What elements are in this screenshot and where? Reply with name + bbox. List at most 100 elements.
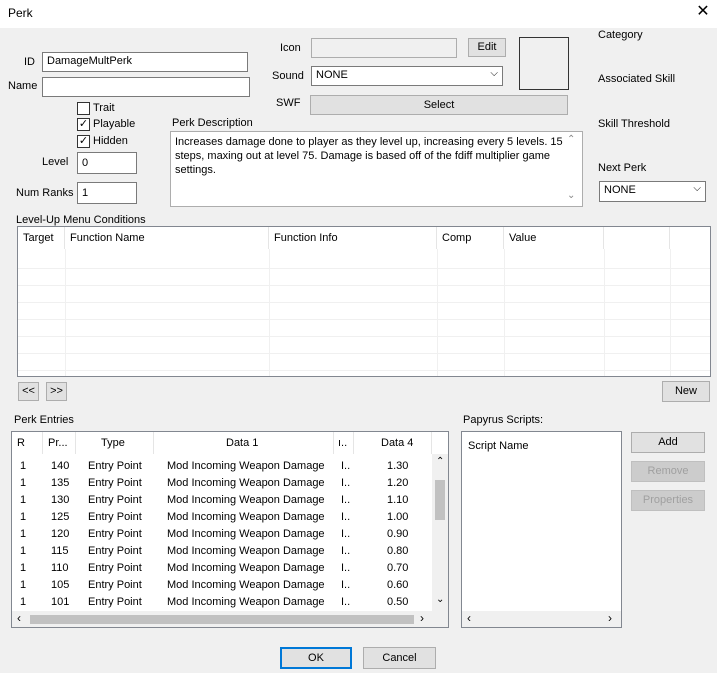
col-data4[interactable]: Data 4 [354,432,432,454]
cell-data2: I.. [341,562,351,574]
cell-priority: 101 [51,596,70,608]
col-function-name[interactable]: Function Name [65,227,269,249]
grid-line [18,336,710,337]
playable-label: Playable [93,118,136,130]
col-function-info[interactable]: Function Info [269,227,437,249]
new-condition-button[interactable]: New [662,381,710,402]
next-perk-select[interactable]: NONE ⌵ [599,181,706,202]
sound-select[interactable]: NONE ⌵ [311,66,503,86]
num-ranks-field[interactable]: 1 [77,182,137,204]
id-field[interactable]: DamageMultPerk [42,52,248,72]
select-swf-button[interactable]: Select [310,95,568,115]
scrollbar-thumb[interactable] [435,480,445,520]
perk-description-label: Perk Description [172,117,253,129]
scroll-up-icon[interactable]: ⌃ [436,456,444,467]
prev-condition-button[interactable]: << [18,382,39,401]
cell-r: 1 [20,528,27,540]
scroll-left-icon[interactable]: ‹ [467,611,471,625]
col-comp[interactable]: Comp [437,227,504,249]
grid-line [18,319,710,320]
cell-data1: Mod Incoming Weapon Damage [167,545,325,557]
cell-data4: 1.10 [387,494,409,506]
cell-priority: 140 [51,460,70,472]
entries-horizontal-scrollbar[interactable]: ‹ › [12,611,448,627]
level-label: Level [42,156,69,168]
cell-type: Entry Point [88,494,142,506]
scroll-left-icon[interactable]: ‹ [17,611,21,625]
cell-r: 1 [20,477,27,489]
cell-type: Entry Point [88,562,142,574]
col-line [437,249,438,376]
scroll-right-icon[interactable]: › [608,611,612,625]
level-field[interactable]: 0 [77,152,137,174]
papyrus-scripts-label: Papyrus Scripts: [463,414,544,426]
col-priority[interactable]: Pr... [43,432,76,454]
scroll-up-icon[interactable]: ⌃ [567,134,575,145]
cell-data4: 0.80 [387,545,409,557]
col-value[interactable]: Value [504,227,604,249]
perk-entries-table[interactable]: R Pr... Type Data 1 ı.. Data 4 1 140 Ent… [11,431,449,628]
cancel-button[interactable]: Cancel [363,647,436,669]
script-name-header[interactable]: Script Name [468,440,529,452]
icon-preview [519,37,569,90]
scroll-down-icon[interactable]: ⌄ [567,190,575,201]
cell-data2: I.. [341,528,351,540]
chevron-down-icon: ⌵ [490,68,498,79]
cell-r: 1 [20,460,27,472]
playable-checkbox[interactable]: ✓ [77,118,90,131]
col-data1[interactable]: Data 1 [154,432,334,454]
cell-type: Entry Point [88,528,142,540]
col-type[interactable]: Type [76,432,154,454]
close-icon[interactable]: ✕ [693,2,713,22]
icon-field[interactable] [311,38,457,58]
papyrus-scripts-list[interactable]: Script Name ‹ › [461,431,622,628]
cell-type: Entry Point [88,545,142,557]
add-script-button[interactable]: Add [631,432,705,453]
entries-vertical-scrollbar[interactable]: ⌃ ⌄ [432,454,448,611]
cell-data4: 0.90 [387,528,409,540]
cell-data2: I.. [341,460,351,472]
cell-r: 1 [20,579,27,591]
perk-description-field[interactable]: Increases damage done to player as they … [170,131,583,207]
trait-checkbox[interactable] [77,102,90,115]
grid-line [18,302,710,303]
scripts-horizontal-scrollbar[interactable]: ‹ › [462,611,621,627]
properties-button[interactable]: Properties [631,490,705,511]
conditions-table[interactable]: Target Function Name Function Info Comp … [17,226,711,377]
col-data2[interactable]: ı.. [334,432,354,454]
cell-priority: 130 [51,494,70,506]
num-ranks-label: Num Ranks [16,187,74,199]
icon-label: Icon [280,42,301,54]
col-line [504,249,505,376]
cell-data1: Mod Incoming Weapon Damage [167,562,325,574]
category-label: Category [598,29,643,41]
next-condition-button[interactable]: >> [46,382,67,401]
cell-data4: 1.00 [387,511,409,523]
cell-type: Entry Point [88,511,142,523]
perk-description-text: Increases damage done to player as they … [175,136,563,176]
next-perk-label: Next Perk [598,162,647,174]
name-field[interactable] [42,77,250,97]
sound-value: NONE [316,69,348,81]
scrollbar-thumb[interactable] [30,615,414,624]
cell-data4: 1.30 [387,460,409,472]
swf-label: SWF [276,97,301,109]
cell-data2: I.. [341,596,351,608]
cell-data2: I.. [341,511,351,523]
hidden-checkbox[interactable]: ✓ [77,135,90,148]
cell-data1: Mod Incoming Weapon Damage [167,477,325,489]
scroll-down-icon[interactable]: ⌄ [436,594,444,605]
cell-data4: 1.20 [387,477,409,489]
ok-button[interactable]: OK [280,647,352,669]
cell-data4: 0.60 [387,579,409,591]
cell-data4: 0.70 [387,562,409,574]
edit-button[interactable]: Edit [468,38,506,57]
col-r[interactable]: R [12,432,43,454]
cell-data1: Mod Incoming Weapon Damage [167,460,325,472]
col-target[interactable]: Target [18,227,65,249]
remove-script-button[interactable]: Remove [631,461,705,482]
col-line [604,249,605,376]
sound-label: Sound [272,70,304,82]
associated-skill-label: Associated Skill [598,73,676,85]
scroll-right-icon[interactable]: › [420,611,424,625]
